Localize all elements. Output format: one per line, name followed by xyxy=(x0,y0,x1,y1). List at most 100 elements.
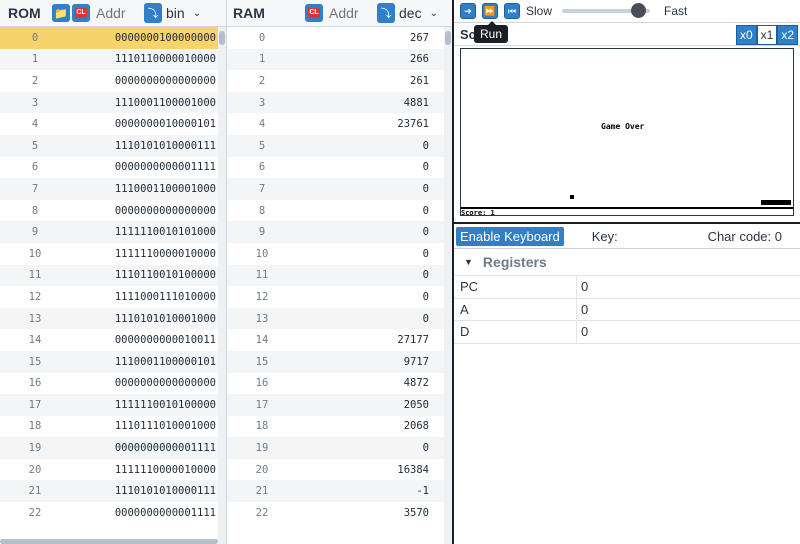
table-row[interactable]: 90 xyxy=(227,221,452,243)
row-value[interactable]: 0000000010000101 xyxy=(70,118,216,130)
table-row[interactable]: 19 0000000000001111 xyxy=(0,437,226,459)
table-row[interactable]: 8 0000000000000000 xyxy=(0,200,226,222)
table-row[interactable]: 18 2068 xyxy=(227,416,452,438)
row-value[interactable]: 1110001100001000 xyxy=(70,97,216,109)
rom-jump-button[interactable]: ⤵ xyxy=(144,3,162,23)
row-value[interactable]: 0000000000000000 xyxy=(70,205,216,217)
reset-button[interactable]: ⏮ xyxy=(504,3,520,19)
table-row[interactable]: 16 4872 xyxy=(227,373,452,395)
row-value[interactable]: 4872 xyxy=(297,377,429,389)
row-value[interactable]: 0000000000010011 xyxy=(70,334,216,346)
table-row[interactable]: 0 0000000100000000 xyxy=(0,27,226,49)
row-value[interactable]: 1111110000010000 xyxy=(70,464,216,476)
table-row[interactable]: 11 0 xyxy=(227,264,452,287)
table-row[interactable]: 20 16384 xyxy=(227,459,452,481)
table-row[interactable]: 4 0000000010000101 xyxy=(0,113,226,135)
ram-clear-button[interactable]: CL xyxy=(305,4,323,22)
row-value[interactable]: 9717 xyxy=(297,356,429,368)
row-value[interactable]: 0 xyxy=(297,226,429,238)
rom-clear-button[interactable]: CL xyxy=(72,4,90,22)
row-value[interactable]: 1110001100000101 xyxy=(70,356,216,368)
row-value[interactable]: 1111000111010000 xyxy=(70,291,216,303)
row-value[interactable]: 0 xyxy=(297,183,429,195)
row-value[interactable]: 0 xyxy=(297,161,429,173)
table-row[interactable]: 19 0 xyxy=(227,437,452,459)
register-value[interactable]: 0 xyxy=(577,324,588,339)
rom-scroll-thumb[interactable] xyxy=(219,31,225,45)
table-row[interactable]: 14 27177 xyxy=(227,329,452,351)
row-value[interactable]: 1111110000010000 xyxy=(70,248,216,260)
row-value[interactable]: 1110111010001000 xyxy=(70,420,216,432)
row-value[interactable]: 0000000000000000 xyxy=(70,377,216,389)
table-row[interactable]: 18 1110111010001000 xyxy=(0,416,226,438)
row-value[interactable]: 266 xyxy=(297,53,429,65)
table-row[interactable]: 13 0 xyxy=(227,307,452,330)
table-row[interactable]: 10 0 xyxy=(227,243,452,265)
table-row[interactable]: 16 0000000000000000 xyxy=(0,373,226,395)
register-value[interactable]: 0 xyxy=(577,302,588,317)
row-value[interactable]: 1110110010100000 xyxy=(70,269,216,281)
table-row[interactable]: 17 2050 xyxy=(227,394,452,416)
table-row[interactable]: 13 1110101010001000 xyxy=(0,307,226,330)
enable-keyboard-button[interactable]: Enable Keyboard xyxy=(456,226,564,246)
table-row[interactable]: 5 1110101010000111 xyxy=(0,134,226,157)
table-row[interactable]: 12 0 xyxy=(227,286,452,308)
table-row[interactable]: 1 1110110000010000 xyxy=(0,48,226,71)
step-button[interactable]: ➔ xyxy=(460,3,476,19)
zoom-x2-button[interactable]: x2 xyxy=(777,25,798,45)
table-row[interactable]: 10 1111110000010000 xyxy=(0,243,226,265)
table-row[interactable]: 21 -1 xyxy=(227,480,452,503)
row-value[interactable]: 1110001100001000 xyxy=(70,183,216,195)
table-row[interactable]: 60 xyxy=(227,157,452,179)
row-value[interactable]: 0000000000001111 xyxy=(70,161,216,173)
open-file-button[interactable]: 📁 xyxy=(52,4,70,22)
row-value[interactable]: 0 xyxy=(297,140,429,152)
table-row[interactable]: 70 xyxy=(227,178,452,200)
row-value[interactable]: 2050 xyxy=(297,399,429,411)
rom-addr-input[interactable] xyxy=(94,3,144,23)
table-row[interactable]: 17 1111110010100000 xyxy=(0,394,226,416)
rom-format-select[interactable]: bin ⌄ xyxy=(166,5,201,21)
ram-format-select[interactable]: dec ⌄ xyxy=(399,5,438,21)
row-value[interactable]: 261 xyxy=(297,75,429,87)
table-row[interactable]: 11 1110110010100000 xyxy=(0,264,226,287)
ram-addr-input[interactable] xyxy=(327,3,377,23)
zoom-x1-button[interactable]: x1 xyxy=(756,25,778,45)
table-row[interactable]: 80 xyxy=(227,200,452,222)
table-row[interactable]: 22 3570 xyxy=(227,502,452,524)
table-row[interactable]: 21 1110101010000111 xyxy=(0,480,226,503)
table-row[interactable]: 15 1110001100000101 xyxy=(0,350,226,373)
rom-horizontal-scrollbar[interactable] xyxy=(0,539,218,544)
table-row[interactable]: 22 0000000000001111 xyxy=(0,502,226,524)
row-value[interactable]: 2068 xyxy=(297,420,429,432)
speed-slider-thumb[interactable] xyxy=(631,3,647,18)
table-row[interactable]: 15 9717 xyxy=(227,350,452,373)
table-row[interactable]: 7 1110001100001000 xyxy=(0,178,226,200)
run-button[interactable]: ⏩ xyxy=(482,3,498,19)
row-value[interactable]: 0000000000000000 xyxy=(70,75,216,87)
table-row[interactable]: 20 1111110000010000 xyxy=(0,459,226,481)
row-value[interactable]: 0000000000001111 xyxy=(70,507,216,519)
zoom-x0-button[interactable]: x0 xyxy=(735,25,757,45)
row-value[interactable]: 23761 xyxy=(297,118,429,130)
ram-jump-button[interactable]: ⤵ xyxy=(377,3,395,23)
register-value[interactable]: 0 xyxy=(577,279,588,294)
row-value[interactable]: 1110101010000111 xyxy=(70,485,216,497)
row-value[interactable]: 0000000100000000 xyxy=(70,32,216,44)
table-row[interactable]: 2 0000000000000000 xyxy=(0,70,226,92)
table-row[interactable]: 0 267 xyxy=(227,27,452,49)
rom-scrollbar[interactable] xyxy=(218,27,226,544)
row-value[interactable]: 0 xyxy=(297,205,429,217)
row-value[interactable]: 1110101010001000 xyxy=(70,313,216,325)
row-value[interactable]: 1110101010000111 xyxy=(70,140,216,152)
row-value[interactable]: 1111110010101000 xyxy=(70,226,216,238)
ram-scrollbar[interactable] xyxy=(444,27,452,544)
table-row[interactable]: 3 4881 xyxy=(227,91,452,114)
table-row[interactable]: 12 1111000111010000 xyxy=(0,286,226,308)
row-value[interactable]: -1 xyxy=(297,485,429,497)
row-value[interactable]: 0 xyxy=(297,248,429,260)
row-value[interactable]: 0 xyxy=(297,291,429,303)
row-value[interactable]: 1111110010100000 xyxy=(70,399,216,411)
row-value[interactable]: 0 xyxy=(297,442,429,454)
table-row[interactable]: 50 xyxy=(227,134,452,157)
